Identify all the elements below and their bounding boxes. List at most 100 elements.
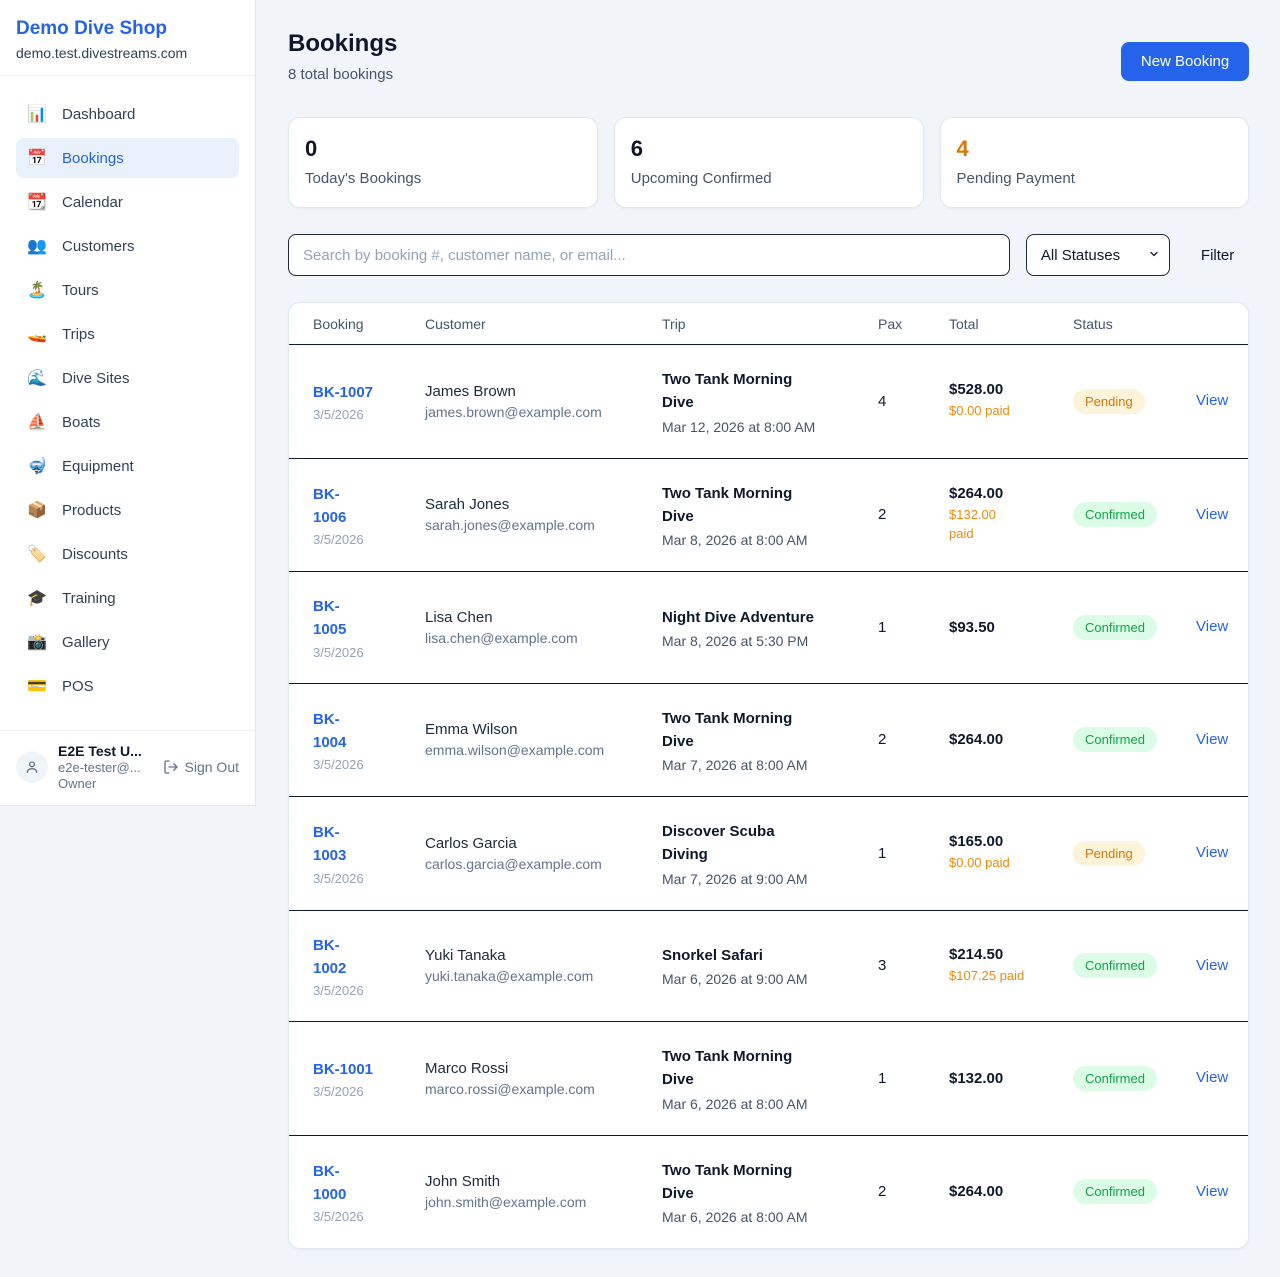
booking-id-link[interactable]: BK-1005: [313, 595, 346, 642]
customer-email: sarah.jones@example.com: [425, 517, 650, 533]
paid-amount: $0.00 paid: [949, 854, 1061, 873]
customer-email: james.brown@example.com: [425, 404, 650, 420]
user-role: Owner: [58, 776, 153, 791]
user-email: e2e-tester@...: [58, 760, 153, 775]
sidebar-item-customers[interactable]: 👥Customers: [16, 226, 239, 266]
table-row: BK-10073/5/2026James Brownjames.brown@ex…: [289, 345, 1248, 459]
sidebar-item-gallery[interactable]: 📸Gallery: [16, 622, 239, 662]
trip-datetime: Mar 6, 2026 at 8:00 AM: [662, 1209, 866, 1225]
status-select[interactable]: All Statuses: [1026, 234, 1170, 276]
booking-date: 3/5/2026: [313, 1209, 413, 1224]
tag-icon: 🏷️: [26, 544, 48, 564]
stat-label: Pending Payment: [957, 170, 1233, 187]
view-link[interactable]: View: [1196, 731, 1228, 748]
booking-date: 3/5/2026: [313, 983, 413, 998]
pax-count: 1: [878, 619, 949, 636]
sign-out-button[interactable]: Sign Out: [163, 759, 239, 775]
customer-cell: Lisa Chen lisa.chen@example.com: [425, 609, 662, 646]
customer-email: lisa.chen@example.com: [425, 630, 650, 646]
view-link[interactable]: View: [1196, 957, 1228, 974]
sidebar-item-equipment[interactable]: 🤿Equipment: [16, 446, 239, 486]
booking-cell: BK-10063/5/2026: [313, 483, 425, 548]
booking-date: 3/5/2026: [313, 1084, 413, 1099]
total-amount: $264.00: [949, 731, 1061, 748]
stat-pending-payment: 4 Pending Payment: [940, 117, 1250, 208]
speedboat-icon: 🚤: [26, 324, 48, 344]
status-badge: Pending: [1073, 841, 1145, 866]
avatar: [16, 751, 48, 783]
table-row: BK-10003/5/2026John Smithjohn.smith@exam…: [289, 1136, 1248, 1249]
view-cell: View: [1196, 844, 1240, 862]
sidebar-item-tours[interactable]: 🏝️Tours: [16, 270, 239, 310]
bookings-table-body: BK-1007 3/5/2026 James Brown james.brown@ex…: [289, 345, 1248, 1248]
trip-name: Night Dive Adventure: [662, 606, 866, 629]
paid-amount: $107.25 paid: [949, 967, 1061, 986]
sidebar-item-discounts[interactable]: 🏷️Discounts: [16, 534, 239, 574]
booking-id-link[interactable]: BK-1000: [313, 1160, 346, 1207]
sidebar-item-dashboard[interactable]: 📊Dashboard: [16, 94, 239, 134]
table-row: BK-1003 3/5/2026 Carlos Garciacarlos.garci…: [289, 797, 1248, 911]
trip-datetime: Mar 8, 2026 at 5:30 PM: [662, 633, 866, 649]
trip-datetime: Mar 12, 2026 at 8:00 AM: [662, 419, 866, 435]
user-meta: E2E Test U... e2e-tester@... Owner: [58, 743, 153, 791]
column-header-total: Total: [949, 316, 1073, 332]
total-amount: $165.00: [949, 833, 1061, 850]
column-header-customer: Customer: [425, 316, 662, 332]
island-icon: 🏝️: [26, 280, 48, 300]
booking-id-link[interactable]: BK-1007: [313, 381, 373, 404]
booking-cell: BK-1001 3/5/2026: [313, 1058, 425, 1099]
booking-id-link[interactable]: BK-1004: [313, 708, 346, 755]
sidebar-item-dive-sites[interactable]: 🌊Dive Sites: [16, 358, 239, 398]
booking-id-link[interactable]: BK-1006: [313, 483, 346, 530]
bookings-table: Booking Customer Trip Pax Total Status B…: [288, 302, 1249, 1249]
customer-cell: Carlos Garciacarlos.garcia@example.com: [425, 835, 662, 872]
table-row: BK-10053/5/2026Lisa Chenlisa.chen@exampl…: [289, 572, 1248, 684]
booking-date: 3/5/2026: [313, 871, 413, 886]
view-link[interactable]: View: [1196, 506, 1228, 523]
booking-cell: BK-1003 3/5/2026: [313, 821, 425, 886]
sidebar-item-trips[interactable]: 🚤Trips: [16, 314, 239, 354]
search-input[interactable]: [288, 234, 1010, 276]
sidebar-item-bookings[interactable]: 📅Bookings: [16, 138, 239, 178]
sidebar-item-pos[interactable]: 💳POS: [16, 666, 239, 706]
view-cell: View: [1196, 731, 1240, 749]
view-cell: View: [1196, 618, 1240, 636]
view-link[interactable]: View: [1196, 1069, 1228, 1086]
new-booking-button[interactable]: New Booking: [1121, 42, 1249, 81]
calendar-icon: 📅: [26, 148, 48, 168]
sidebar-item-boats[interactable]: ⛵Boats: [16, 402, 239, 442]
sidebar-item-training[interactable]: 🎓Training: [16, 578, 239, 618]
view-link[interactable]: View: [1196, 618, 1228, 635]
total-cell: $528.00$0.00 paid: [949, 381, 1073, 421]
sidebar-item-label: Dive Sites: [62, 370, 130, 387]
customer-name: James Brown: [425, 383, 650, 400]
view-link[interactable]: View: [1196, 392, 1228, 409]
customer-name: Emma Wilson: [425, 721, 650, 738]
customer-name: Lisa Chen: [425, 609, 650, 626]
total-amount: $528.00: [949, 381, 1061, 398]
page-title: Bookings: [288, 30, 397, 58]
sidebar: Demo Dive Shop demo.test.divestreams.com…: [0, 0, 256, 806]
status-badge: Confirmed: [1073, 502, 1157, 527]
pax-count: 3: [878, 957, 949, 974]
trip-name: Two Tank MorningDive: [662, 1045, 866, 1092]
sidebar-item-products[interactable]: 📦Products: [16, 490, 239, 530]
booking-id-link[interactable]: BK-1003: [313, 821, 346, 868]
status-badge: Pending: [1073, 389, 1145, 414]
booking-id-link[interactable]: BK-1001: [313, 1058, 373, 1081]
trip-name: Two Tank MorningDive: [662, 368, 866, 415]
stat-upcoming-confirmed: 6 Upcoming Confirmed: [614, 117, 924, 208]
app: Demo Dive Shop demo.test.divestreams.com…: [0, 0, 1280, 1277]
trip-name: Snorkel Safari: [662, 944, 866, 967]
customer-cell: James Brown james.brown@example.com: [425, 383, 662, 420]
view-link[interactable]: View: [1196, 1183, 1228, 1200]
sailboat-icon: ⛵: [26, 412, 48, 432]
pax-count: 2: [878, 731, 949, 748]
view-link[interactable]: View: [1196, 844, 1228, 861]
camera-icon: 📸: [26, 632, 48, 652]
sidebar-item-label: Equipment: [62, 458, 134, 475]
table-row: BK-10063/5/2026Sarah Jonessarah.jones@ex…: [289, 459, 1248, 573]
filter-button[interactable]: Filter: [1186, 247, 1249, 264]
sidebar-item-calendar[interactable]: 📆Calendar: [16, 182, 239, 222]
booking-id-link[interactable]: BK-1002: [313, 934, 346, 981]
